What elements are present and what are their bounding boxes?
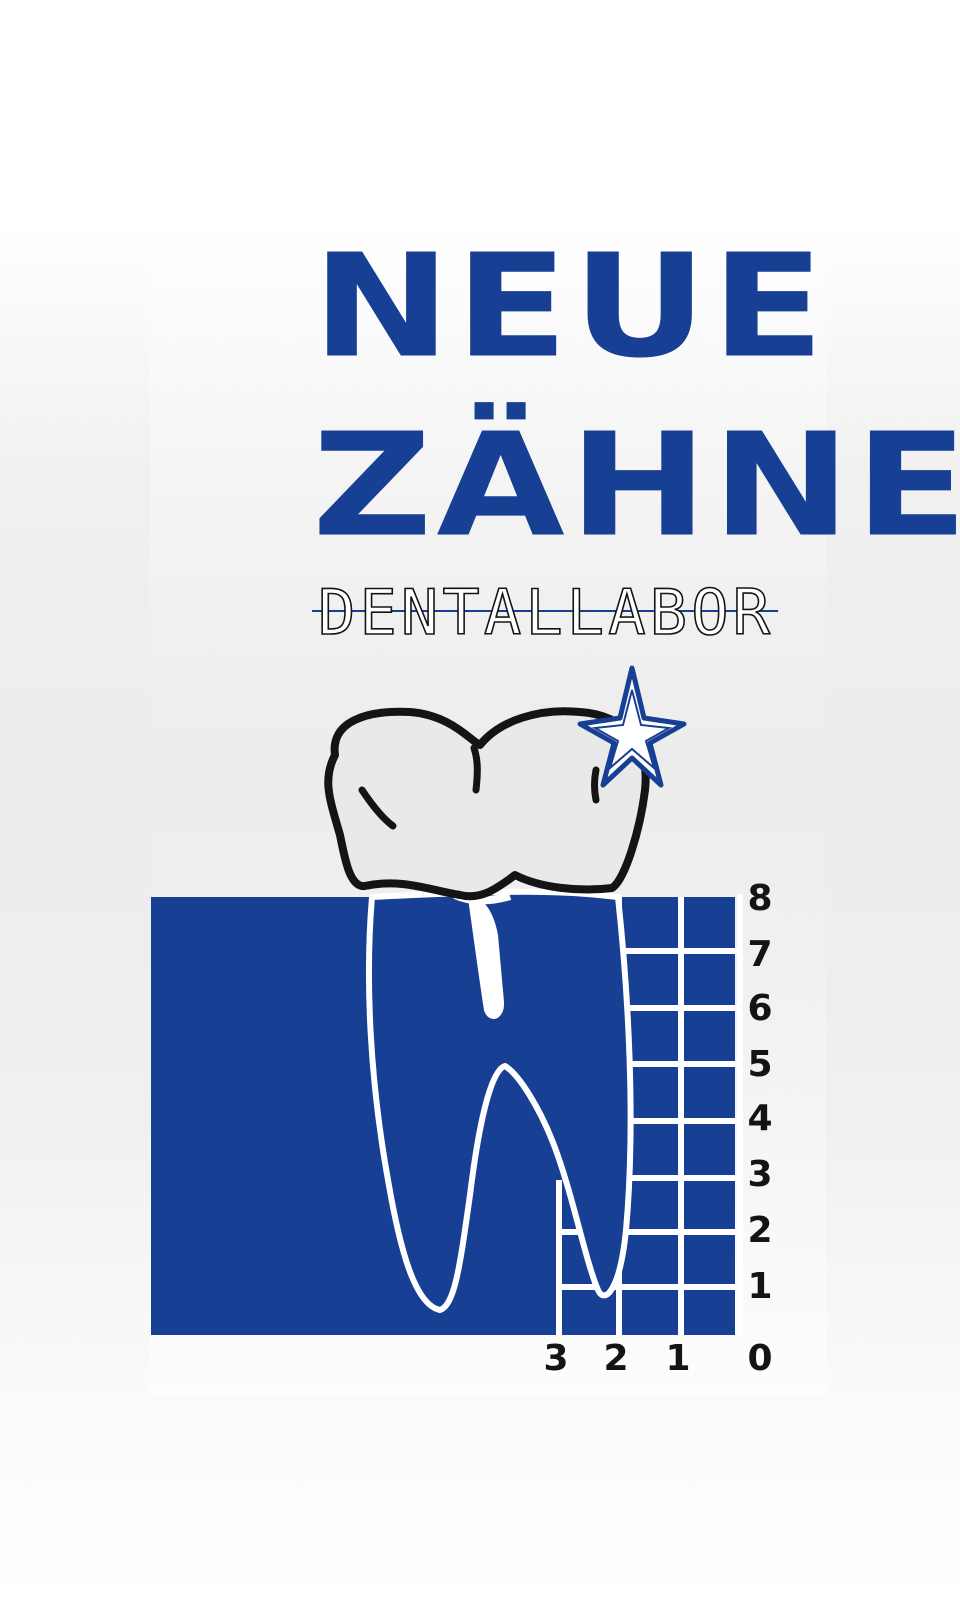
scale-label-3: 3 bbox=[747, 1154, 772, 1195]
logo-graphic: DENTALLABOR 8 7 6 5 4 3 2 1 0 3 2 1 bbox=[151, 575, 778, 1379]
scale-label-0: 0 bbox=[747, 1338, 772, 1379]
scale-label-2: 2 bbox=[747, 1210, 772, 1251]
scale-label-6: 6 bbox=[747, 988, 772, 1029]
scale-label-h3: 3 bbox=[543, 1338, 568, 1379]
scale-label-1: 1 bbox=[747, 1266, 772, 1307]
logo-subtitle-text: DENTALLABOR bbox=[318, 576, 771, 649]
scale-label-7: 7 bbox=[747, 934, 772, 975]
scale-label-h1: 1 bbox=[665, 1338, 690, 1379]
crown-shadow-right bbox=[591, 766, 600, 804]
scale-label-5: 5 bbox=[747, 1044, 772, 1085]
scale-label-8: 8 bbox=[747, 878, 772, 919]
logo-subtitle: DENTALLABOR bbox=[312, 575, 778, 650]
crown-fissure bbox=[470, 744, 481, 794]
scale-label-4: 4 bbox=[747, 1098, 772, 1139]
scale-label-h2: 2 bbox=[603, 1338, 628, 1379]
